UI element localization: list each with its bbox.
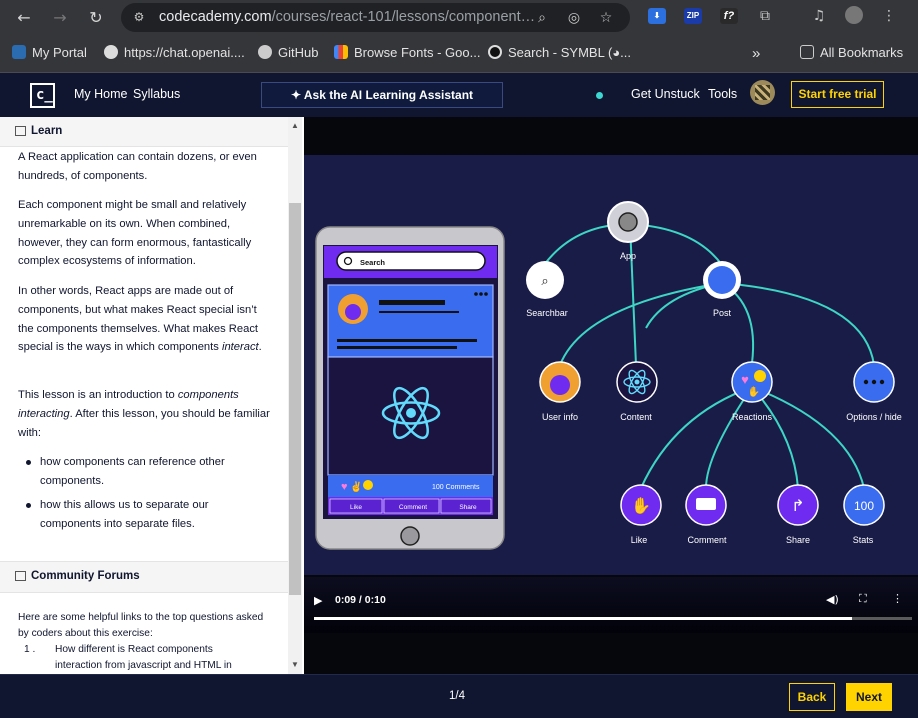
ai-assistant-button[interactable]: ✦ Ask the AI Learning Assistant	[261, 82, 503, 108]
svg-text:♥: ♥	[741, 372, 749, 387]
node-label-stats: Stats	[853, 535, 874, 545]
puzzle-icon[interactable]: ⧉	[756, 7, 774, 25]
video-frame: Search ♥ ✌ 100 Comments Like Comment Sha…	[304, 155, 918, 575]
menu-kebab-icon[interactable]: ⋮	[880, 7, 898, 25]
phone-comments-text: 100 Comments	[432, 484, 480, 491]
learn-title: Learn	[31, 125, 63, 137]
bookmark-github[interactable]: GitHub	[258, 45, 318, 63]
scroll-thumb[interactable]	[289, 203, 301, 595]
github-favicon-icon	[258, 45, 272, 59]
node-label-like: Like	[631, 535, 648, 545]
list-item: how this allows us to separate our compo…	[26, 496, 270, 534]
node-label-reactions: Reactions	[732, 412, 773, 422]
phone-comment-label: Comment	[399, 504, 427, 511]
zip-extension-icon[interactable]: ZIP	[684, 8, 702, 24]
learn-paragraph-2: Each component might be small and relati…	[18, 199, 252, 268]
bookmark-symbl[interactable]: Search - SYMBL (◕...	[488, 45, 631, 63]
site-header: c_ My Home Syllabus ✦ Ask the AI Learnin…	[0, 73, 918, 117]
portal-favicon-icon	[12, 45, 26, 59]
panel-scrollbar[interactable]: ▲ ▼	[288, 117, 302, 674]
play-icon[interactable]: ▶	[314, 594, 322, 607]
node-label-options: Options / hide	[846, 412, 902, 422]
url-path: /courses/react-101/lessons/component…	[271, 9, 536, 25]
phone-like-label: Like	[350, 504, 362, 511]
forums-section-header[interactable]: Community Forums	[0, 561, 288, 593]
scroll-up-icon[interactable]: ▲	[288, 119, 302, 133]
bookmark-my-portal[interactable]: My Portal	[12, 45, 87, 63]
forums-title: Community Forums	[31, 570, 140, 582]
site-settings-icon[interactable]: ⚙	[131, 9, 147, 25]
symbl-favicon-icon	[488, 45, 502, 59]
volume-icon[interactable]: ◀)	[826, 593, 839, 606]
url-domain: codecademy.com	[159, 9, 272, 25]
star-icon[interactable]: ☆	[597, 9, 615, 27]
more-options-icon[interactable]: ⋮	[892, 592, 903, 605]
video-progress-fill	[314, 617, 853, 620]
google-fonts-favicon-icon	[334, 45, 348, 59]
fonts-extension-icon[interactable]: f?	[720, 8, 738, 24]
zoom-icon[interactable]: ⌕	[533, 9, 551, 27]
heart-reaction-icon: ♥	[341, 481, 348, 493]
profile-icon[interactable]	[845, 6, 863, 24]
node-label-content: Content	[620, 412, 652, 422]
book-icon	[15, 126, 26, 136]
node-label-comment: Comment	[687, 535, 727, 545]
node-label-searchbar: Searchbar	[526, 308, 568, 318]
search-icon: ⌕	[541, 273, 548, 288]
folder-icon	[800, 45, 814, 59]
svg-text:✋: ✋	[748, 385, 760, 398]
page-indicator: 1/4	[449, 690, 465, 702]
media-icon[interactable]: ♫	[810, 7, 828, 25]
avatar[interactable]	[750, 80, 775, 105]
back-arrow-icon[interactable]: ←	[12, 6, 36, 30]
thumbs-reaction-icon: ✌	[350, 480, 362, 493]
bookmarks-bar: My Portal https://chat.openai.... GitHub…	[0, 36, 918, 73]
all-bookmarks[interactable]: All Bookmarks	[800, 45, 903, 63]
node-label-app: App	[620, 251, 636, 261]
like-thumb-icon: ✋	[631, 496, 651, 515]
tools-link[interactable]: Tools	[708, 87, 737, 101]
bookmark-chatgpt[interactable]: https://chat.openai....	[104, 45, 245, 63]
video-player[interactable]: Search ♥ ✌ 100 Comments Like Comment Sha…	[304, 117, 918, 674]
learn-paragraph-1: A React application can contain dozens, …	[18, 151, 257, 182]
stats-value: 100	[854, 499, 874, 513]
list-item: how components can reference other compo…	[26, 453, 270, 491]
share-arrow-icon: ↱	[791, 498, 804, 515]
node-label-share: Share	[786, 535, 810, 545]
bookmarks-overflow-icon[interactable]: »	[752, 45, 760, 63]
openai-favicon-icon	[104, 45, 118, 59]
codecademy-logo[interactable]: c_	[30, 83, 55, 108]
browser-toolbar: ← → ↻ ⚙ codecademy.com/courses/react-101…	[0, 0, 918, 36]
phone-illustration: Search ♥ ✌ 100 Comments Like Comment Sha…	[315, 226, 505, 550]
learn-paragraph-3: In other words, React apps are made out …	[18, 285, 262, 354]
download-extension-icon[interactable]: ⬇	[648, 8, 666, 24]
video-progress-bar[interactable]	[314, 617, 912, 620]
phone-search-text: Search	[360, 258, 385, 267]
learn-paragraph-4: This lesson is an introduction to compon…	[18, 389, 270, 439]
syllabus-link[interactable]: Syllabus	[133, 87, 180, 101]
scroll-down-icon[interactable]: ▼	[288, 658, 302, 672]
get-unstuck-link[interactable]: Get Unstuck	[631, 87, 700, 101]
back-button[interactable]: Back	[789, 683, 835, 711]
start-free-trial-button[interactable]: Start free trial	[791, 81, 884, 108]
sparkle-icon: ✦	[290, 88, 304, 102]
status-dot	[596, 92, 603, 99]
chat-icon	[15, 571, 26, 581]
eye-slash-icon[interactable]: ◎	[565, 9, 583, 27]
lesson-footer: 1/4 Back Next	[0, 674, 918, 718]
fullscreen-icon[interactable]: ⛶	[859, 592, 867, 606]
forward-arrow-icon[interactable]: →	[48, 6, 72, 30]
bookmark-google-fonts[interactable]: Browse Fonts - Goo...	[334, 45, 480, 63]
lesson-panel: Learn A React application can contain do…	[0, 117, 304, 674]
video-time: 0:09 / 0:10	[335, 594, 386, 606]
learn-section-header[interactable]: Learn	[0, 117, 288, 147]
node-label-user-info: User info	[542, 412, 578, 422]
my-home-link[interactable]: My Home	[74, 87, 127, 101]
reload-icon[interactable]: ↻	[84, 6, 108, 30]
address-bar[interactable]: ⚙ codecademy.com/courses/react-101/lesso…	[121, 3, 630, 32]
forums-intro: Here are some helpful links to the top q…	[18, 612, 264, 639]
next-button[interactable]: Next	[846, 683, 892, 711]
node-label-post: Post	[713, 308, 732, 318]
phone-share-label: Share	[459, 504, 477, 511]
